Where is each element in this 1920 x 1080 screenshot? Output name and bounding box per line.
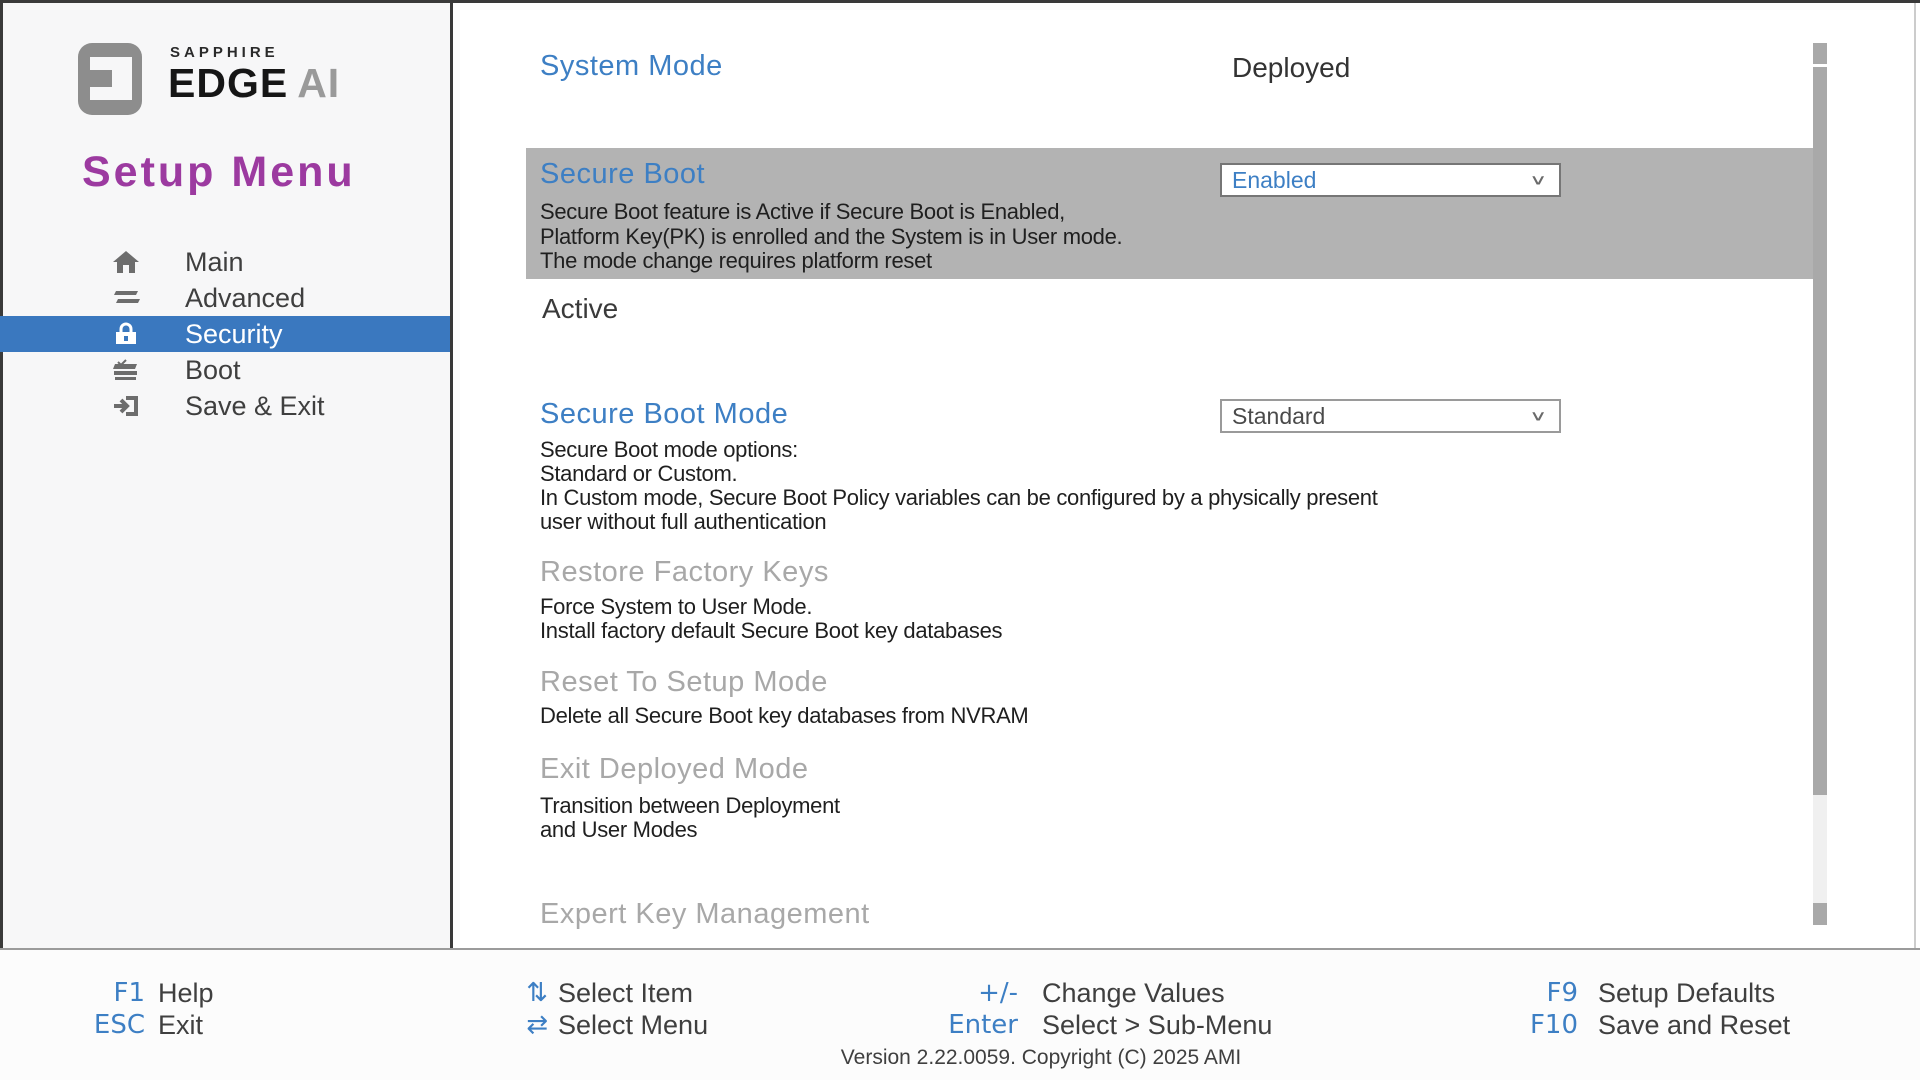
advanced-icon bbox=[112, 284, 140, 312]
hint-select-item-label: Select Item bbox=[558, 978, 693, 1009]
exit-deployed-mode-description: Transition between Deploymentand User Mo… bbox=[540, 794, 840, 842]
hint-exit-label: Exit bbox=[158, 1010, 203, 1041]
sidebar-divider bbox=[450, 0, 453, 948]
sidebar-item-label: Boot bbox=[185, 355, 241, 386]
sidebar-item-label: Security bbox=[185, 319, 283, 350]
window-right-border bbox=[1914, 3, 1916, 948]
system-mode-value: Deployed bbox=[1232, 52, 1350, 84]
hint-save-reset-label: Save and Reset bbox=[1598, 1010, 1790, 1041]
scrollbar-track[interactable] bbox=[1813, 795, 1827, 903]
window-left-border bbox=[0, 0, 3, 948]
updown-arrows-icon: ⇅ bbox=[418, 978, 548, 1008]
sidebar-item-boot[interactable]: Boot bbox=[0, 352, 450, 388]
home-icon bbox=[112, 248, 140, 276]
sidebar-item-advanced[interactable]: Advanced bbox=[0, 280, 450, 316]
secure-boot-mode-label: Secure Boot Mode bbox=[540, 398, 788, 431]
sidebar-item-label: Save & Exit bbox=[185, 391, 325, 422]
secure-boot-description: Secure Boot feature is Active if Secure … bbox=[540, 200, 1122, 274]
key-f1: F1 bbox=[15, 978, 145, 1008]
exit-icon bbox=[112, 392, 140, 420]
setup-menu-title: Setup Menu bbox=[82, 148, 356, 197]
brand-sapphire-text: SAPPHIRE bbox=[170, 44, 279, 61]
sidebar-item-security[interactable]: Security bbox=[0, 316, 450, 352]
chevron-down-icon: ∨ bbox=[1529, 172, 1563, 189]
restore-factory-keys-item[interactable]: Restore Factory Keys bbox=[540, 556, 829, 589]
key-esc: ESC bbox=[15, 1010, 145, 1040]
hint-select-menu-label: Select Menu bbox=[558, 1010, 708, 1041]
brand-edge: EDGE bbox=[168, 60, 288, 106]
sidebar bbox=[0, 3, 450, 948]
lock-icon bbox=[112, 320, 140, 348]
exit-deployed-mode-item[interactable]: Exit Deployed Mode bbox=[540, 753, 809, 786]
sapphire-edge-logo-icon bbox=[78, 43, 142, 115]
window-top-border bbox=[0, 0, 1920, 3]
hint-change-values-label: Change Values bbox=[1042, 978, 1225, 1009]
system-mode-label: System Mode bbox=[540, 50, 723, 83]
brand-ai: AI bbox=[297, 60, 340, 106]
sidebar-item-label: Advanced bbox=[185, 283, 305, 314]
secure-boot-mode-dropdown-value: Standard bbox=[1222, 403, 1533, 430]
scrollbar-thumb[interactable] bbox=[1813, 67, 1827, 795]
sidebar-item-label: Main bbox=[185, 247, 244, 278]
key-plus-minus: +/- bbox=[888, 978, 1018, 1008]
leftright-arrows-icon: ⇄ bbox=[418, 1010, 548, 1040]
key-enter: Enter bbox=[888, 1010, 1018, 1040]
reset-to-setup-mode-item[interactable]: Reset To Setup Mode bbox=[540, 666, 828, 699]
secure-boot-dropdown[interactable]: Enabled ∨ bbox=[1220, 163, 1561, 197]
secure-boot-mode-dropdown[interactable]: Standard ∨ bbox=[1220, 399, 1561, 433]
hint-help-label: Help bbox=[158, 978, 214, 1009]
chevron-down-icon: ∨ bbox=[1529, 408, 1563, 425]
hint-setup-defaults-label: Setup Defaults bbox=[1598, 978, 1775, 1009]
expert-key-management-item[interactable]: Expert Key Management bbox=[540, 898, 870, 931]
sidebar-item-main[interactable]: Main bbox=[0, 244, 450, 280]
boot-icon bbox=[112, 356, 140, 384]
sidebar-item-save-exit[interactable]: Save & Exit bbox=[0, 388, 450, 424]
secure-boot-status: Active bbox=[542, 293, 618, 325]
hint-select-submenu-label: Select > Sub-Menu bbox=[1042, 1010, 1272, 1041]
secure-boot-dropdown-value: Enabled bbox=[1222, 167, 1533, 194]
scrollbar-down-button[interactable] bbox=[1813, 903, 1827, 925]
version-text: Version 2.22.0059. Copyright (C) 2025 AM… bbox=[841, 1046, 1241, 1070]
key-f9: F9 bbox=[1448, 978, 1578, 1008]
secure-boot-mode-description: Secure Boot mode options:Standard or Cus… bbox=[540, 438, 1378, 534]
scrollbar-up-button[interactable] bbox=[1813, 43, 1827, 64]
brand-edge-ai-text: EDGEAI bbox=[168, 60, 340, 107]
key-f10: F10 bbox=[1448, 1010, 1578, 1040]
restore-factory-keys-description: Force System to User Mode.Install factor… bbox=[540, 595, 1002, 643]
secure-boot-label: Secure Boot bbox=[540, 158, 705, 191]
reset-to-setup-mode-description: Delete all Secure Boot key databases fro… bbox=[540, 704, 1028, 729]
